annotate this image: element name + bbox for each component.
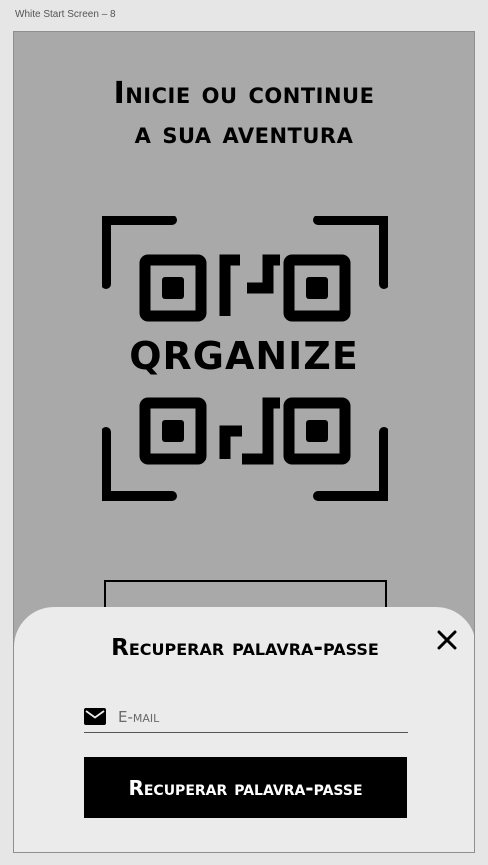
recover-password-button[interactable]: Recuperar palavra-passe: [84, 757, 407, 818]
recover-password-sheet: Recuperar palavra-passe Recuperar palavr…: [14, 607, 474, 852]
start-screen: Inicie ou continue a sua aventura QRGANI…: [13, 31, 475, 853]
headline-line-1: Inicie ou continue: [113, 76, 375, 111]
sheet-title: Recuperar palavra-passe: [111, 635, 379, 661]
headline-line-2: a sua aventura: [134, 116, 354, 151]
email-field: [84, 704, 408, 733]
close-icon[interactable]: [434, 627, 460, 653]
artboard-title: White Start Screen – 8: [15, 9, 116, 20]
mail-icon: [84, 708, 106, 725]
headline: Inicie ou continue a sua aventura: [14, 74, 474, 154]
email-input[interactable]: [118, 704, 398, 730]
brand-name: QRGANIZE: [129, 334, 359, 378]
